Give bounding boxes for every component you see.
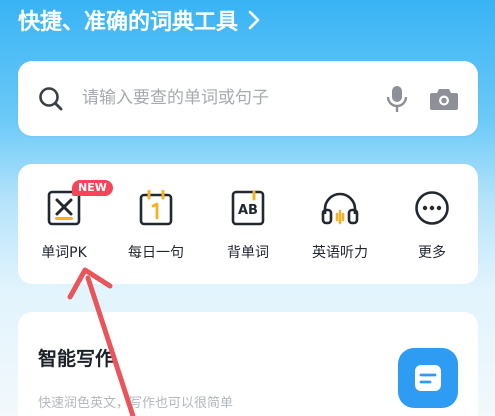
tool-listening[interactable]: 英语听力 <box>294 164 386 284</box>
search-icon <box>38 61 64 136</box>
calendar-icon <box>136 188 176 228</box>
banner-title: 快捷、准确的词典工具 <box>18 10 239 35</box>
smart-writing-subtitle: 快速润色英文，写作也可以很简单 <box>38 396 234 411</box>
chevron-right-icon <box>248 10 260 30</box>
tool-word-pk[interactable]: NEW 单词PK <box>18 164 113 284</box>
promo-banner[interactable]: 快捷、准确的词典工具 <box>18 4 260 36</box>
document-icon[interactable] <box>398 348 458 408</box>
search-bar[interactable]: 请输入要查的单词或句子 <box>18 61 478 136</box>
tool-label: 每日一句 <box>128 245 184 261</box>
smart-writing-title: 智能写作 <box>38 348 115 370</box>
tools-panel: NEW 单词PK 每日一句 AB 背单词 英语听力 更多 <box>18 164 478 284</box>
tool-daily-sentence[interactable]: 每日一句 <box>110 164 202 284</box>
svg-text:AB: AB <box>238 203 258 218</box>
camera-icon[interactable] <box>430 61 458 136</box>
smart-writing-card[interactable]: 智能写作 快速润色英文，写作也可以很简单 <box>18 312 478 416</box>
tool-label: 单词PK <box>41 245 87 261</box>
tool-label: 更多 <box>418 245 446 261</box>
headphones-icon <box>320 188 360 228</box>
new-badge: NEW <box>72 180 113 196</box>
more-icon <box>412 188 452 228</box>
ab-card-icon: AB <box>228 188 268 228</box>
tool-memorize-words[interactable]: AB 背单词 <box>202 164 294 284</box>
tool-label: 英语听力 <box>312 245 368 261</box>
search-input[interactable]: 请输入要查的单词或句子 <box>82 61 269 136</box>
microphone-icon[interactable] <box>386 61 408 136</box>
tool-more[interactable]: 更多 <box>386 164 478 284</box>
tool-label: 背单词 <box>227 245 269 261</box>
